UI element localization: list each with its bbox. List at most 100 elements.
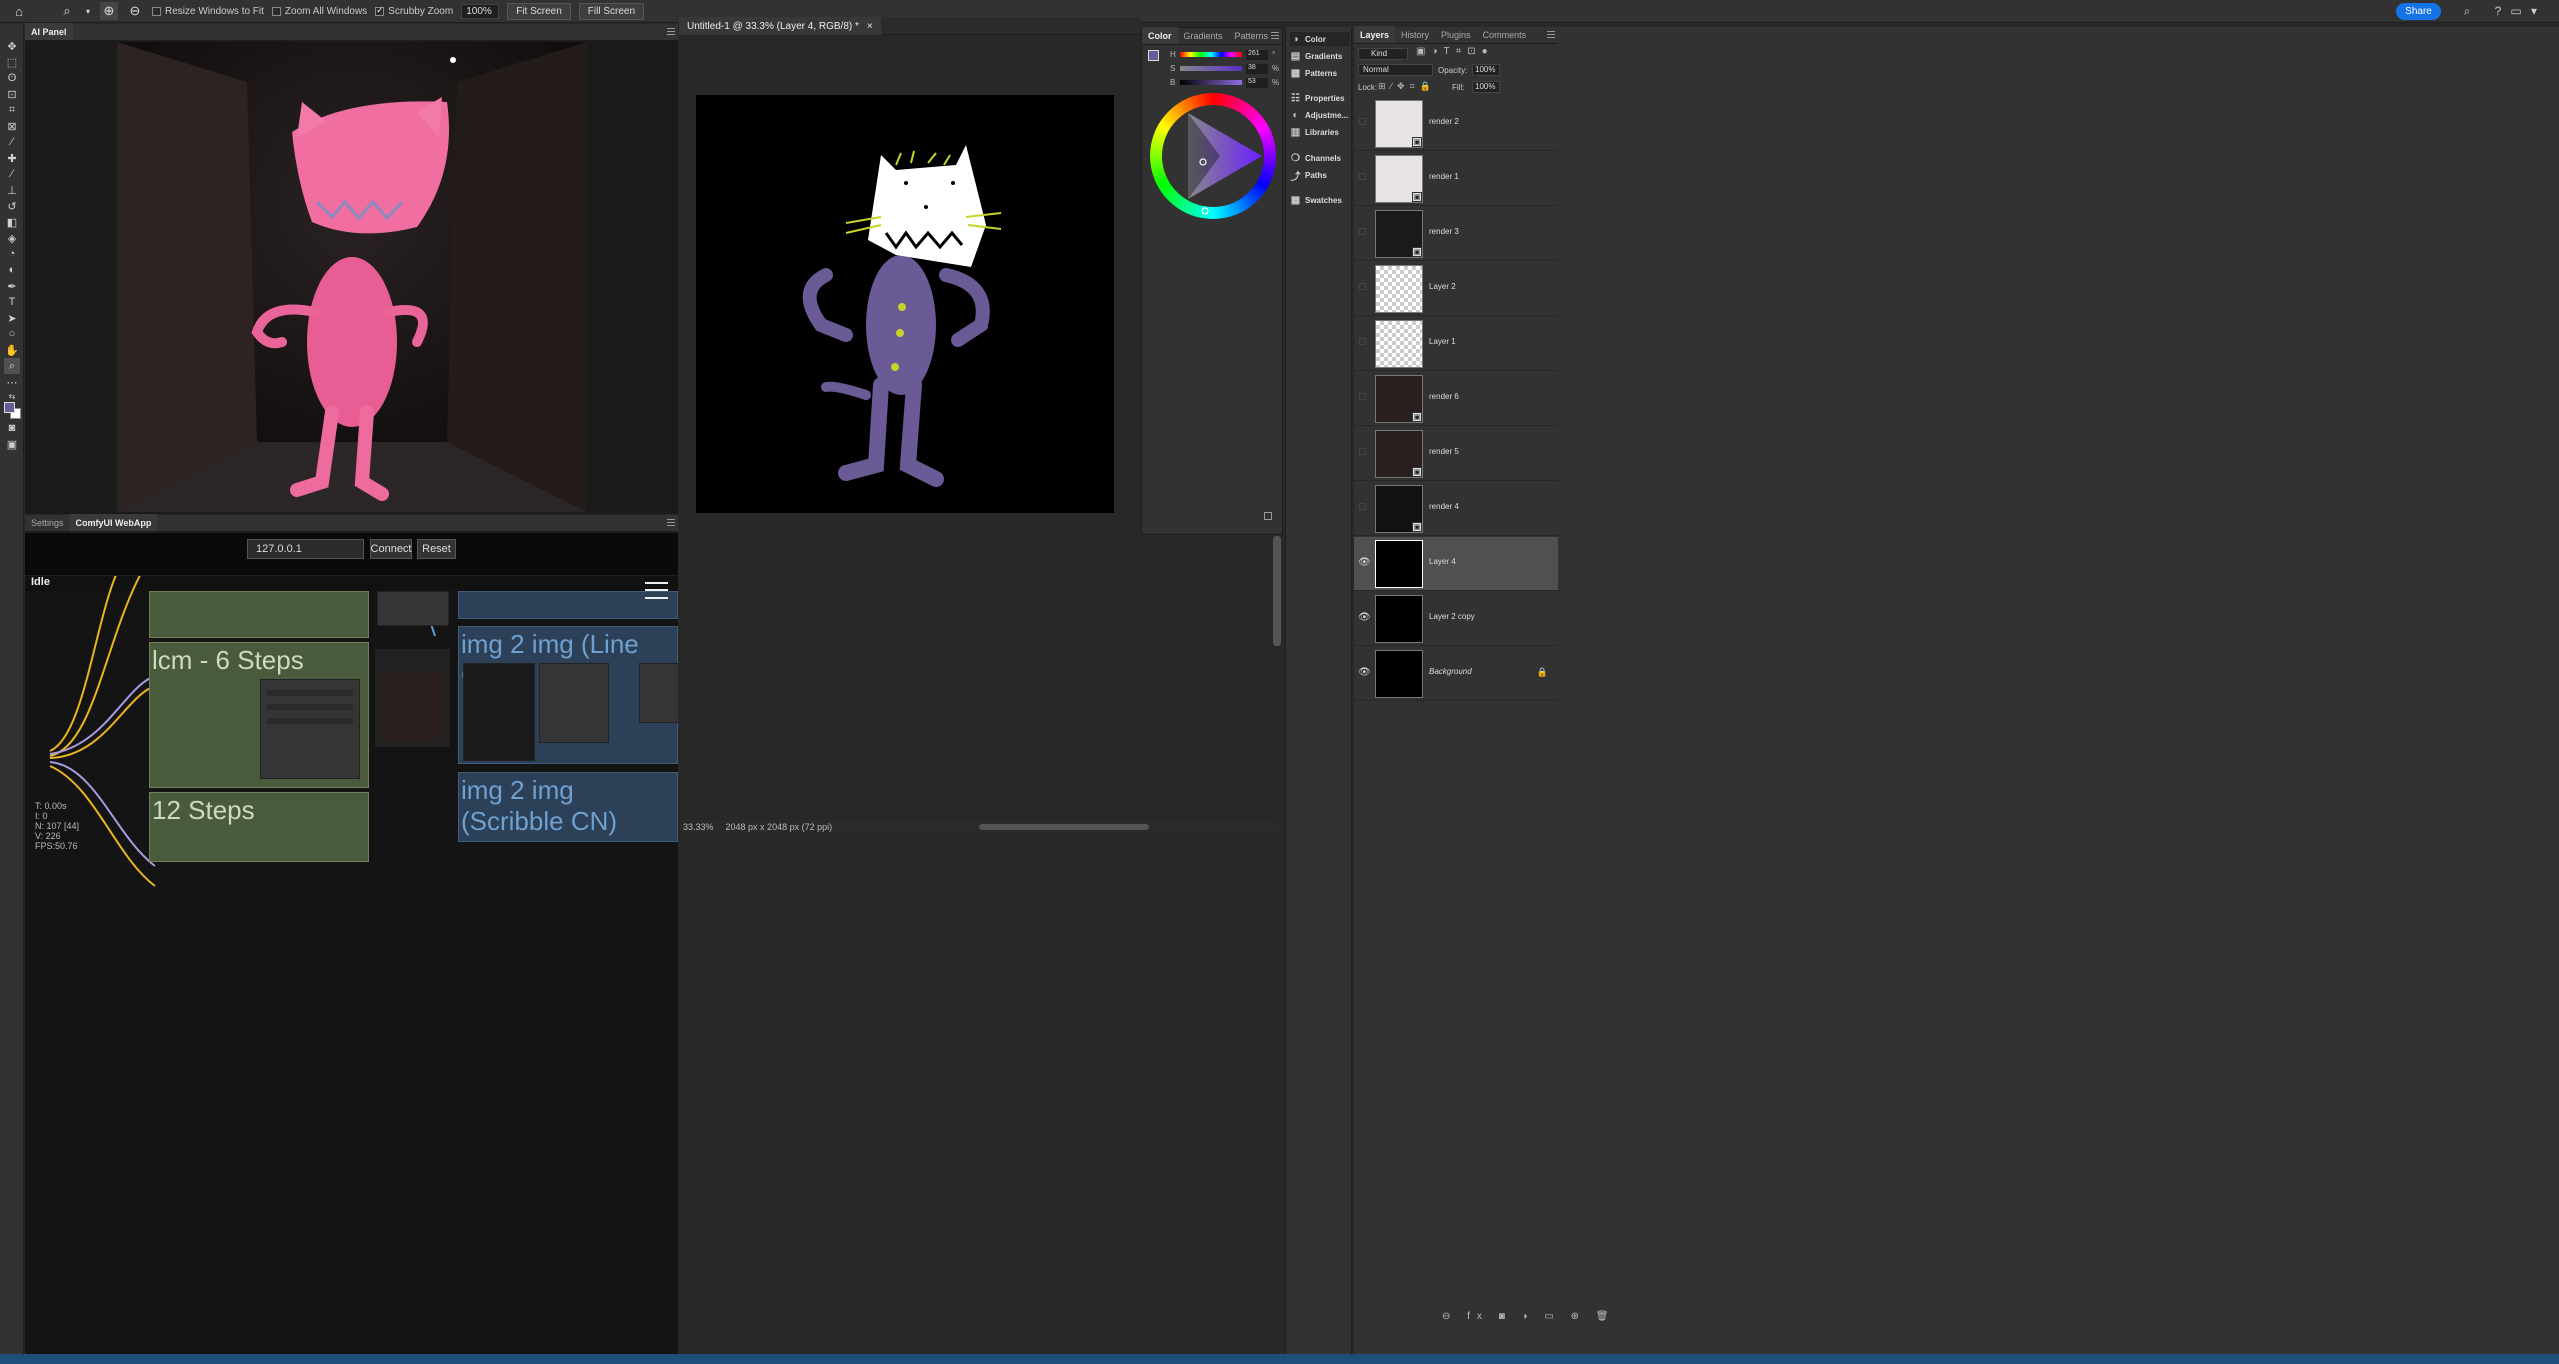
workspace-icon[interactable]: ▭ (2508, 3, 2524, 19)
zoom-value-field[interactable]: 100% (461, 3, 500, 19)
fill-screen-button[interactable]: Fill Screen (578, 2, 645, 20)
tab-color[interactable]: Color (1142, 27, 1178, 44)
chevron-down-icon[interactable]: ▾ (2526, 3, 2542, 19)
crop-tool-icon[interactable]: ⌗ (4, 102, 20, 118)
comfyui-node-graph[interactable]: Idle lcm - 6 Steps 12 Steps img 2 img (L… (25, 576, 678, 1364)
layer-row[interactable]: Layer 2 (1354, 262, 1558, 316)
visibility-toggle[interactable] (1359, 338, 1366, 345)
tab-comments[interactable]: Comments (1477, 26, 1533, 43)
shape-tool-icon[interactable]: ○ (4, 326, 20, 342)
layer-row[interactable]: ▣ render 5 (1354, 427, 1558, 481)
share-button[interactable]: Share (2396, 3, 2441, 20)
reset-button[interactable]: Reset (417, 539, 456, 559)
layer-row[interactable]: Layer 1 (1354, 317, 1558, 371)
horizontal-scrollbar[interactable] (979, 824, 1149, 830)
image-preview-node[interactable] (375, 649, 450, 747)
saturation-slider[interactable]: S 38 % (1146, 64, 1282, 76)
zoom-all-checkbox[interactable]: Zoom All Windows (271, 6, 367, 17)
layer-row[interactable]: ▣ render 6 (1354, 372, 1558, 426)
close-icon[interactable]: × (867, 21, 873, 32)
dock-item-adjustments[interactable]: ◐ Adjustme... (1290, 108, 1350, 122)
marquee-tool-icon[interactable]: ⬚ (4, 54, 20, 70)
visibility-toggle[interactable] (1359, 173, 1366, 180)
type-tool-icon[interactable]: T (4, 294, 20, 310)
graph-group-top[interactable] (149, 591, 369, 638)
zoom-out-icon[interactable]: ⊖ (126, 2, 144, 20)
pen-tool-icon[interactable]: ✒ (4, 278, 20, 294)
visibility-toggle[interactable] (1359, 503, 1366, 510)
resize-windows-checkbox[interactable]: Resize Windows to Fit (152, 6, 264, 17)
frame-tool-icon[interactable]: ⊠ (4, 118, 20, 134)
tab-layers[interactable]: Layers (1354, 26, 1396, 43)
hand-tool-icon[interactable]: ✋ (4, 342, 20, 358)
host-address-input[interactable]: 127.0.0.1 (247, 539, 364, 559)
fill-field[interactable]: 100% (1472, 81, 1500, 93)
fit-screen-button[interactable]: Fit Screen (507, 2, 571, 20)
tab-gradients[interactable]: Gradients (1178, 27, 1229, 44)
graph-group-line-cn[interactable]: img 2 img (Line CN) (458, 626, 678, 764)
add-swatch-icon[interactable] (1264, 512, 1272, 520)
search-icon[interactable]: ⌕ (2459, 3, 2475, 19)
visibility-toggle[interactable] (1359, 118, 1366, 125)
connect-button[interactable]: Connect (370, 539, 412, 559)
lock-icons[interactable]: ⊞∕✥⌗🔒 (1378, 81, 1436, 92)
eye-icon[interactable]: 👁 (1358, 557, 1371, 568)
opacity-field[interactable]: 100% (1472, 64, 1500, 76)
help-icon[interactable]: ? (2490, 3, 2506, 19)
dock-item-gradients[interactable]: ▤ Gradients (1290, 49, 1350, 63)
lasso-tool-icon[interactable]: ʘ (4, 70, 20, 86)
dock-item-color[interactable]: ◑ Color (1290, 32, 1350, 46)
graph-node[interactable] (260, 679, 360, 779)
layer-filter-icons[interactable]: ▣◑T⌗⊡● (1416, 46, 1494, 57)
tab-settings[interactable]: Settings (25, 514, 70, 531)
document-tab[interactable]: Untitled-1 @ 33.3% (Layer 4, RGB/8) * × (679, 17, 881, 35)
blend-mode-select[interactable]: Normal (1358, 64, 1433, 76)
tab-patterns[interactable]: Patterns (1229, 27, 1275, 44)
graph-node[interactable] (639, 663, 678, 723)
graph-group-lcm[interactable]: lcm - 6 Steps (149, 642, 369, 788)
panel-menu-icon[interactable] (1547, 31, 1555, 38)
visibility-toggle[interactable] (1359, 448, 1366, 455)
dodge-tool-icon[interactable]: ◐ (4, 262, 20, 278)
dock-item-libraries[interactable]: ▥ Libraries (1290, 125, 1350, 139)
blur-tool-icon[interactable]: ◔ (4, 246, 20, 262)
eye-icon[interactable]: 👁 (1358, 667, 1371, 678)
visibility-toggle[interactable] (1359, 393, 1366, 400)
visibility-toggle[interactable] (1359, 283, 1366, 290)
healing-brush-icon[interactable]: ✚ (4, 150, 20, 166)
layer-row[interactable]: 👁 Background 🔒 (1354, 647, 1558, 701)
tab-ai-panel[interactable]: AI Panel (25, 23, 73, 40)
stamp-tool-icon[interactable]: ⊥ (4, 182, 20, 198)
graph-node[interactable] (463, 663, 535, 761)
quick-mask-icon[interactable]: ◙ (4, 420, 20, 436)
graph-node[interactable] (377, 591, 449, 626)
layer-row[interactable]: ▣ render 3 (1354, 207, 1558, 261)
object-select-tool-icon[interactable]: ⊡ (4, 86, 20, 102)
foreground-color-swatch[interactable] (4, 402, 15, 413)
dock-item-channels[interactable]: ❍ Channels (1290, 151, 1350, 165)
brightness-slider[interactable]: B 53 % (1146, 78, 1282, 90)
vertical-scrollbar[interactable] (1273, 536, 1281, 646)
color-wheel[interactable] (1150, 93, 1276, 219)
graph-node[interactable] (539, 663, 609, 743)
zoom-tool-icon[interactable]: ⌕ (4, 358, 20, 374)
path-select-icon[interactable]: ➤ (4, 310, 20, 326)
dock-item-patterns[interactable]: ▦ Patterns (1290, 66, 1350, 80)
brush-tool-icon[interactable]: ∕ (4, 166, 20, 182)
dock-item-paths[interactable]: ⤴ Paths (1290, 168, 1350, 183)
chevron-down-icon[interactable]: ▾ (84, 2, 92, 20)
panel-menu-icon[interactable] (1271, 32, 1279, 39)
move-tool-icon[interactable]: ✥ (4, 38, 20, 54)
eraser-tool-icon[interactable]: ◧ (4, 214, 20, 230)
layer-row[interactable]: ▣ render 1 (1354, 152, 1558, 206)
hamburger-menu-icon[interactable] (645, 582, 668, 599)
eyedropper-tool-icon[interactable]: ⁄ (4, 134, 20, 150)
layer-actions-bar[interactable]: ⊖ fx ◙ ◑ ▭ ⊕ 🗑 (1442, 1311, 1615, 1322)
zoom-in-icon[interactable]: ⊕ (100, 2, 118, 20)
visibility-toggle[interactable] (1359, 228, 1366, 235)
graph-group-scribble-cn[interactable]: img 2 img (Scribble CN) (458, 772, 678, 842)
graph-group-12-steps[interactable]: 12 Steps (149, 792, 369, 862)
layer-filter-select[interactable]: Kind (1358, 48, 1408, 60)
paint-bucket-icon[interactable]: ◈ (4, 230, 20, 246)
hue-slider[interactable]: H 261 ° (1146, 50, 1282, 62)
